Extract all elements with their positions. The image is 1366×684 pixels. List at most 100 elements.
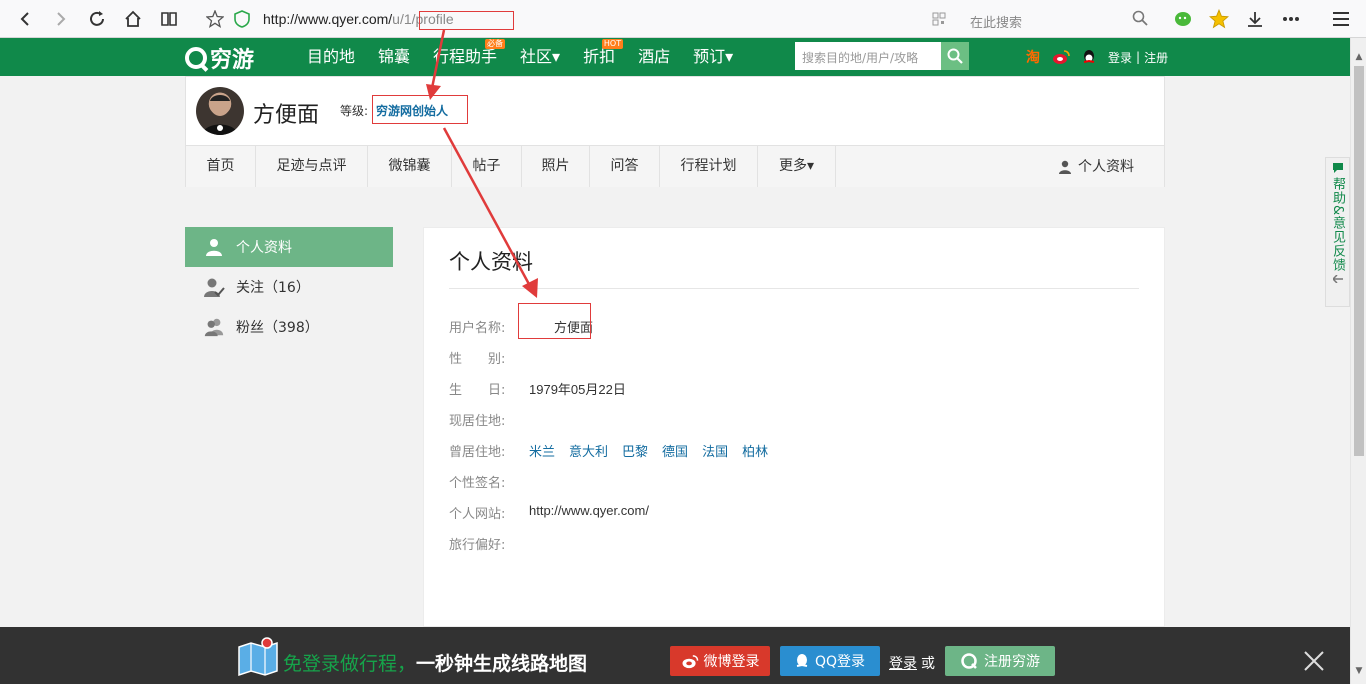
site-header: 穷游 目的地 锦囊 行程助手 必备 社区▾ 折扣 HOT 酒店 预订▾ 搜索目的地/… (0, 38, 1350, 76)
weibo-login-button[interactable]: 微博登录 (670, 646, 770, 676)
qr-code-icon[interactable] (932, 11, 946, 30)
bookmark-star-icon[interactable] (205, 9, 225, 32)
divider (449, 288, 1139, 289)
logo-q-icon (185, 47, 207, 69)
tab-profile[interactable]: 个人资料 (1058, 146, 1134, 187)
search-icon (947, 48, 963, 64)
nav-item-trip-planner[interactable]: 行程助手 必备 (433, 38, 506, 76)
banner-or-text: 或 (921, 656, 935, 672)
page-scrollbar[interactable]: ▲ ▼ (1350, 38, 1366, 684)
favorites-star-icon[interactable] (1207, 7, 1231, 31)
tab-qa[interactable]: 问答 (590, 146, 660, 187)
feedback-tab[interactable]: 帮助&意见反馈 (1325, 157, 1350, 307)
tab-home[interactable]: 首页 (186, 146, 256, 187)
sidebar-item-fans[interactable]: 粉丝（398） (185, 307, 393, 347)
place-link[interactable]: 德国 (662, 445, 688, 460)
scroll-down-icon[interactable]: ▼ (1354, 666, 1364, 676)
users-icon (203, 316, 225, 338)
profile-info-panel: 个人资料 用户名称: 方便面 性 别: 生 日: 1979年05月22日 现居住地:… (423, 227, 1165, 627)
nav-item-booking[interactable]: 预订▾ (693, 38, 733, 76)
bottom-login-banner: 免登录做行程，一秒钟生成线路地图 微博登录 QQ登录 登录 或 注册穷游 (0, 627, 1350, 684)
panel-title: 个人资料 (449, 250, 533, 274)
tab-trip-plans[interactable]: 行程计划 (660, 146, 758, 187)
feedback-label: 帮助&意见反馈 (1330, 177, 1345, 273)
address-bar[interactable]: http://www.qyer.com/u/1/profile (200, 5, 956, 33)
place-link[interactable]: 意大利 (569, 445, 608, 460)
profile-username: 方便面 (253, 103, 320, 128)
weibo-icon[interactable] (1052, 48, 1070, 66)
scroll-thumb[interactable] (1354, 66, 1364, 456)
sidebar-item-follow[interactable]: 关注（16） (185, 267, 393, 307)
info-row-past-residence: 曾居住地: 米兰 意大利 巴黎 德国 法国 柏林 (449, 441, 782, 460)
nav-item-hotel[interactable]: 酒店 (638, 38, 670, 76)
tab-profile-label: 个人资料 (1078, 158, 1134, 175)
map-pin-icon (238, 637, 278, 677)
place-link[interactable]: 柏林 (742, 445, 768, 460)
user-icon (1059, 160, 1071, 174)
shield-icon[interactable] (234, 10, 250, 32)
info-row-current-residence: 现居住地: (449, 414, 506, 429)
annotation-box-username (518, 303, 591, 339)
reading-list-icon[interactable] (157, 7, 181, 31)
more-options-icon[interactable] (1279, 7, 1303, 31)
sidebar-item-label: 关注（16） (236, 280, 310, 296)
nav-badge-hot: HOT (601, 39, 624, 49)
site-logo[interactable]: 穷游 (185, 42, 254, 74)
info-value: http://www.qyer.com/ (529, 503, 649, 518)
browser-search-box[interactable]: 在此搜索 (958, 5, 1154, 33)
info-row-website: 个人网站: http://www.qyer.com/ (449, 503, 649, 522)
close-icon[interactable] (1302, 649, 1326, 673)
back-icon[interactable] (13, 7, 37, 31)
site-search-input[interactable]: 搜索目的地/用户/攻略 (795, 42, 941, 70)
tab-mini-guides[interactable]: 微锦囊 (368, 146, 452, 187)
info-row-birthday: 生 日: 1979年05月22日 (449, 379, 626, 398)
info-row-gender: 性 别: (449, 352, 506, 367)
taobao-icon[interactable]: 淘 (1024, 48, 1042, 66)
chat-bubble-icon (1332, 163, 1343, 173)
weibo-icon (682, 654, 698, 668)
nav-badge-must: 必备 (485, 39, 506, 49)
qq-icon[interactable] (1080, 48, 1098, 66)
sidebar-item-profile[interactable]: 个人资料 (185, 227, 393, 267)
annotation-box-level (372, 95, 468, 124)
forward-icon[interactable] (49, 7, 73, 31)
download-icon[interactable] (1243, 7, 1267, 31)
nav-item-community[interactable]: 社区▾ (520, 38, 560, 76)
profile-header-card: 方便面 等级: 穷游网创始人 首页 足迹与点评 微锦囊 帖子 照片 问答 行程计… (185, 76, 1165, 187)
search-icon[interactable] (1132, 10, 1148, 30)
place-link[interactable]: 巴黎 (622, 445, 648, 460)
tab-posts[interactable]: 帖子 (452, 146, 522, 187)
menu-icon[interactable] (1329, 7, 1353, 31)
reload-icon[interactable] (85, 7, 109, 31)
header-login-area: 淘 登录 | 注册 (1024, 48, 1168, 66)
info-value: 1979年05月22日 (529, 382, 626, 397)
site-search-button[interactable] (941, 42, 969, 70)
user-icon (203, 236, 225, 258)
register-link[interactable]: 注册 (1144, 49, 1168, 66)
level-label: 等级: (340, 104, 369, 118)
tab-more[interactable]: 更多▾ (758, 146, 836, 187)
place-link[interactable]: 法国 (702, 445, 728, 460)
nav-item-destination[interactable]: 目的地 (307, 38, 355, 76)
login-link[interactable]: 登录 (1108, 49, 1132, 66)
banner-login-link[interactable]: 登录 (889, 653, 917, 673)
nav-item-guides[interactable]: 锦囊 (378, 38, 410, 76)
login-sep: | (1136, 50, 1141, 64)
wechat-icon[interactable] (1171, 7, 1195, 31)
sidebar-item-label: 粉丝（398） (236, 320, 319, 336)
info-row-signature: 个性签名: (449, 476, 506, 491)
arrow-left-icon (1332, 275, 1343, 284)
register-qyer-button[interactable]: 注册穷游 (945, 646, 1055, 676)
browser-search-placeholder: 在此搜索 (970, 16, 1023, 31)
tab-footprints[interactable]: 足迹与点评 (256, 146, 368, 187)
logo-text: 穷游 (210, 48, 255, 73)
tab-photos[interactable]: 照片 (522, 146, 590, 187)
nav-item-discount[interactable]: 折扣 HOT (583, 38, 624, 76)
avatar[interactable] (196, 87, 244, 135)
qq-login-button[interactable]: QQ登录 (780, 646, 880, 676)
scroll-up-icon[interactable]: ▲ (1354, 52, 1364, 62)
place-link[interactable]: 米兰 (529, 445, 555, 460)
profile-tabs: 首页 足迹与点评 微锦囊 帖子 照片 问答 行程计划 更多▾ 个人资料 (186, 145, 1164, 187)
past-places-list: 米兰 意大利 巴黎 德国 法国 柏林 (529, 441, 782, 460)
home-icon[interactable] (121, 7, 145, 31)
